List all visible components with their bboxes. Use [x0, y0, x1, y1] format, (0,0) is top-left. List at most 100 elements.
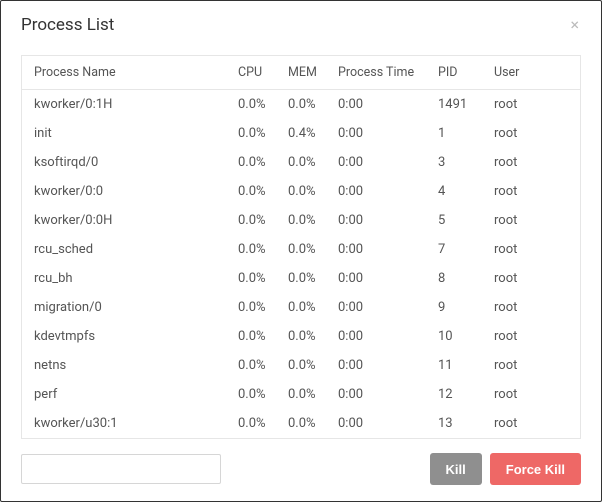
cell-time: 0:00	[332, 119, 432, 148]
cell-mem: 0.0%	[282, 351, 332, 380]
process-table-scroll[interactable]: Process Name CPU MEM Process Time PID Us…	[22, 56, 580, 438]
cell-name: migration/0	[22, 293, 232, 322]
cell-cpu: 0.0%	[232, 148, 282, 177]
col-header-name[interactable]: Process Name	[22, 56, 232, 90]
cell-cpu: 0.0%	[232, 293, 282, 322]
cell-mem: 0.0%	[282, 293, 332, 322]
cell-user: root	[488, 148, 580, 177]
cell-name: rcu_sched	[22, 235, 232, 264]
cell-mem: 0.0%	[282, 235, 332, 264]
cell-user: root	[488, 322, 580, 351]
cell-cpu: 0.0%	[232, 90, 282, 120]
cell-time: 0:00	[332, 380, 432, 409]
cell-time: 0:00	[332, 206, 432, 235]
cell-mem: 0.0%	[282, 409, 332, 438]
cell-cpu: 0.0%	[232, 177, 282, 206]
cell-user: root	[488, 351, 580, 380]
cell-pid: 4	[432, 177, 488, 206]
close-icon[interactable]: ×	[568, 15, 581, 35]
cell-name: kworker/0:0H	[22, 206, 232, 235]
cell-pid: 8	[432, 264, 488, 293]
cell-pid: 1491	[432, 90, 488, 120]
cell-time: 0:00	[332, 322, 432, 351]
cell-cpu: 0.0%	[232, 264, 282, 293]
cell-user: root	[488, 293, 580, 322]
cell-user: root	[488, 90, 580, 120]
cell-user: root	[488, 409, 580, 438]
cell-user: root	[488, 177, 580, 206]
cell-cpu: 0.0%	[232, 409, 282, 438]
cell-mem: 0.0%	[282, 177, 332, 206]
table-row[interactable]: kworker/0:00.0%0.0%0:004root	[22, 177, 580, 206]
cell-name: ksoftirqd/0	[22, 148, 232, 177]
table-row[interactable]: perf0.0%0.0%0:0012root	[22, 380, 580, 409]
cell-cpu: 0.0%	[232, 351, 282, 380]
cell-name: rcu_bh	[22, 264, 232, 293]
modal-title: Process List	[21, 15, 114, 35]
force-kill-button[interactable]: Force Kill	[490, 453, 581, 485]
table-row[interactable]: ksoftirqd/00.0%0.0%0:003root	[22, 148, 580, 177]
process-table-container: Process Name CPU MEM Process Time PID Us…	[21, 55, 581, 439]
cell-cpu: 0.0%	[232, 206, 282, 235]
cell-pid: 9	[432, 293, 488, 322]
table-row[interactable]: netns0.0%0.0%0:0011root	[22, 351, 580, 380]
col-header-time[interactable]: Process Time	[332, 56, 432, 90]
cell-pid: 5	[432, 206, 488, 235]
table-row[interactable]: rcu_bh0.0%0.0%0:008root	[22, 264, 580, 293]
cell-name: kworker/0:1H	[22, 90, 232, 120]
cell-user: root	[488, 380, 580, 409]
filter-input[interactable]	[21, 454, 221, 484]
cell-mem: 0.0%	[282, 206, 332, 235]
cell-cpu: 0.0%	[232, 322, 282, 351]
cell-mem: 0.4%	[282, 119, 332, 148]
cell-pid: 10	[432, 322, 488, 351]
cell-mem: 0.0%	[282, 322, 332, 351]
cell-user: root	[488, 206, 580, 235]
table-row[interactable]: kdevtmpfs0.0%0.0%0:0010root	[22, 322, 580, 351]
table-row[interactable]: migration/00.0%0.0%0:009root	[22, 293, 580, 322]
table-row[interactable]: kworker/0:1H0.0%0.0%0:001491root	[22, 90, 580, 120]
cell-user: root	[488, 119, 580, 148]
cell-time: 0:00	[332, 177, 432, 206]
cell-name: kdevtmpfs	[22, 322, 232, 351]
cell-time: 0:00	[332, 264, 432, 293]
table-row[interactable]: kworker/0:0H0.0%0.0%0:005root	[22, 206, 580, 235]
cell-pid: 3	[432, 148, 488, 177]
process-table: Process Name CPU MEM Process Time PID Us…	[22, 56, 580, 438]
cell-cpu: 0.0%	[232, 119, 282, 148]
cell-name: kworker/u30:1	[22, 409, 232, 438]
cell-pid: 12	[432, 380, 488, 409]
cell-time: 0:00	[332, 148, 432, 177]
cell-pid: 7	[432, 235, 488, 264]
table-row[interactable]: init0.0%0.4%0:001root	[22, 119, 580, 148]
cell-mem: 0.0%	[282, 264, 332, 293]
cell-pid: 11	[432, 351, 488, 380]
cell-name: perf	[22, 380, 232, 409]
cell-cpu: 0.0%	[232, 380, 282, 409]
cell-cpu: 0.0%	[232, 235, 282, 264]
cell-user: root	[488, 264, 580, 293]
modal-body: Process Name CPU MEM Process Time PID Us…	[1, 47, 601, 439]
cell-time: 0:00	[332, 235, 432, 264]
cell-mem: 0.0%	[282, 380, 332, 409]
col-header-cpu[interactable]: CPU	[232, 56, 282, 90]
cell-name: kworker/0:0	[22, 177, 232, 206]
cell-mem: 0.0%	[282, 90, 332, 120]
col-header-mem[interactable]: MEM	[282, 56, 332, 90]
table-header-row: Process Name CPU MEM Process Time PID Us…	[22, 56, 580, 90]
cell-time: 0:00	[332, 409, 432, 438]
cell-pid: 13	[432, 409, 488, 438]
cell-time: 0:00	[332, 351, 432, 380]
col-header-pid[interactable]: PID	[432, 56, 488, 90]
cell-name: init	[22, 119, 232, 148]
table-row[interactable]: kworker/u30:10.0%0.0%0:0013root	[22, 409, 580, 438]
col-header-user[interactable]: User	[488, 56, 580, 90]
cell-name: netns	[22, 351, 232, 380]
kill-button[interactable]: Kill	[430, 453, 482, 485]
cell-mem: 0.0%	[282, 148, 332, 177]
cell-user: root	[488, 235, 580, 264]
modal-footer: Kill Force Kill	[1, 439, 601, 501]
table-row[interactable]: rcu_sched0.0%0.0%0:007root	[22, 235, 580, 264]
cell-time: 0:00	[332, 293, 432, 322]
process-list-modal: Process List × Process Name CPU MEM Proc…	[0, 0, 602, 502]
